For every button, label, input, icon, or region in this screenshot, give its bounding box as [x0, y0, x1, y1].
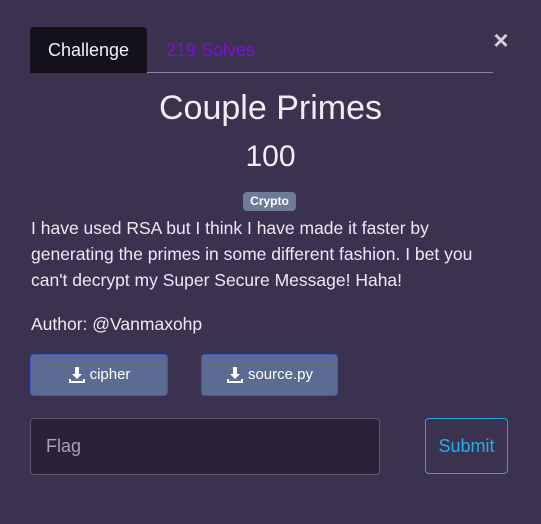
download-cipher-label: cipher: [89, 366, 131, 383]
challenge-title: Couple Primes: [159, 89, 382, 127]
challenge-description: I have used RSA but I think I have made …: [31, 218, 473, 290]
close-icon[interactable]: ×: [491, 27, 511, 53]
challenge-tabs: Challenge 219 Solves: [30, 27, 493, 73]
flag-input[interactable]: [30, 418, 380, 475]
download-icon: [68, 367, 85, 383]
category-badge: Crypto: [243, 192, 296, 211]
tab-solves[interactable]: 219 Solves: [166, 27, 255, 73]
download-icon: [226, 367, 243, 383]
challenge-author: Author: @Vanmaxohp: [31, 314, 203, 334]
download-source-button[interactable]: source.py: [201, 354, 338, 396]
tab-challenge[interactable]: Challenge: [30, 27, 147, 73]
download-source-label: source.py: [247, 366, 314, 383]
challenge-points: 100: [245, 140, 296, 173]
download-cipher-button[interactable]: cipher: [30, 354, 168, 396]
challenge-modal: Challenge 219 Solves × Couple Primes 100…: [0, 0, 541, 524]
submit-button[interactable]: Submit: [425, 418, 508, 474]
